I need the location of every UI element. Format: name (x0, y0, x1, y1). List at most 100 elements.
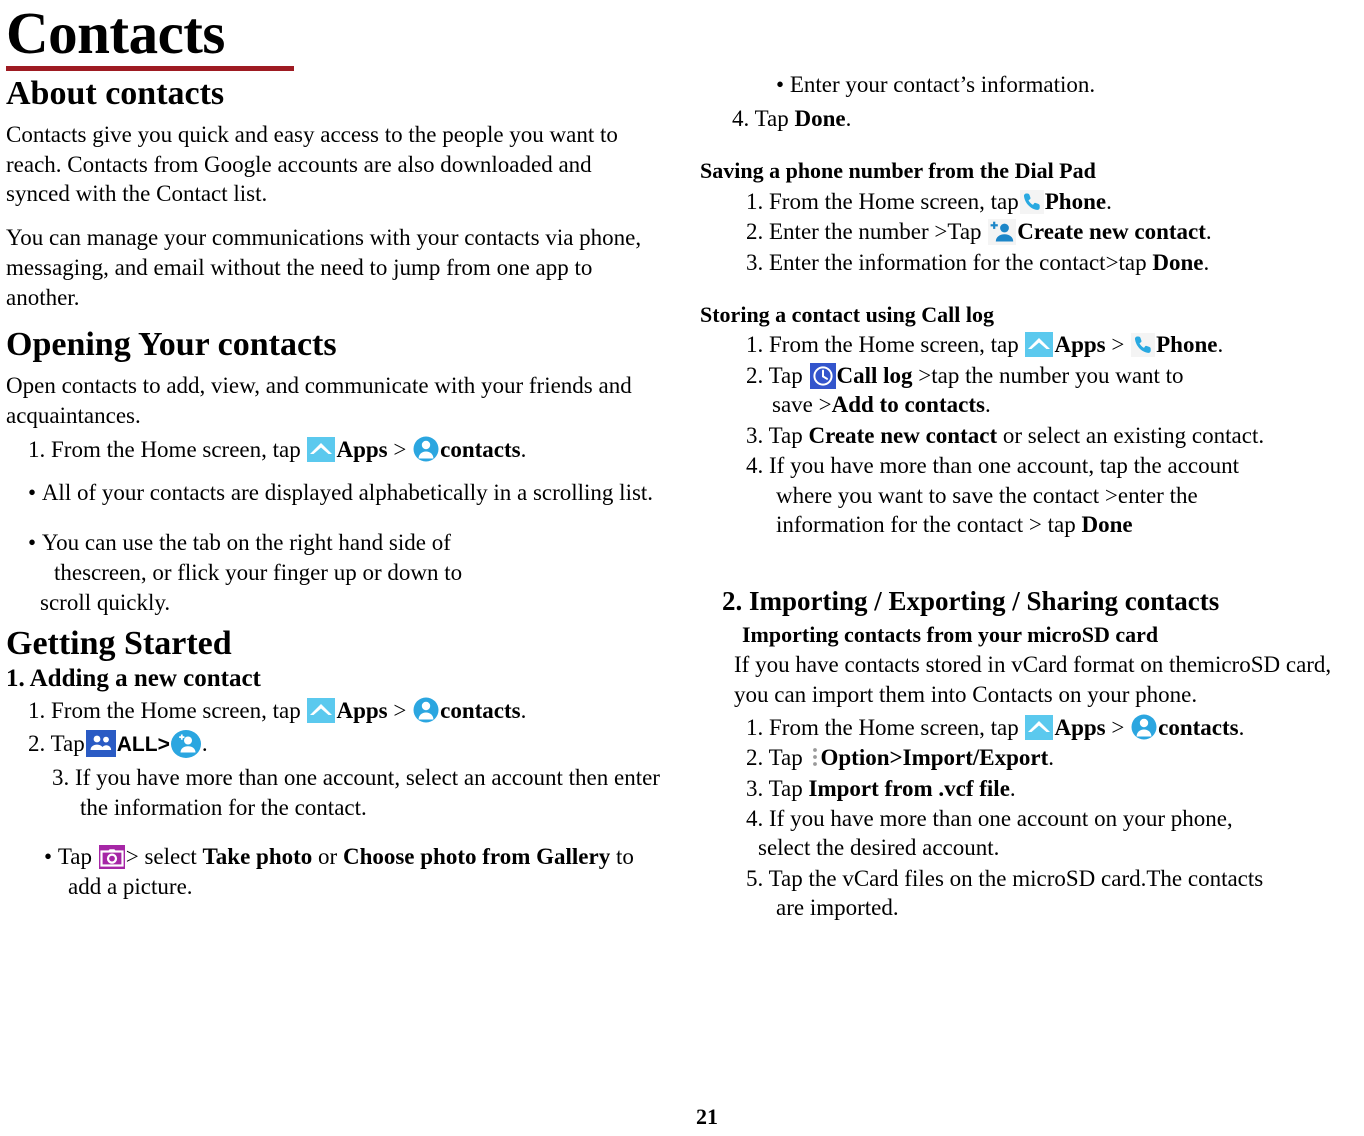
calllog-step-4: 4. If you have more than one account, ta… (746, 451, 1364, 539)
apps-icon (1025, 714, 1054, 740)
importing-step-1-pre: 1. From the Home screen, tap (746, 714, 1025, 740)
opening-step-1: 1. From the Home screen, tap Apps > cont… (28, 435, 661, 464)
importing-step-2-end: . (1048, 745, 1055, 771)
heading-about-contacts: About contacts (6, 75, 225, 112)
importing-step-4: 4. If you have more than one account on … (746, 804, 1364, 863)
adding-step-4-end: . (845, 105, 852, 131)
opening-step-1-apps-label: Apps (336, 436, 388, 462)
importing-step-1-apps-label: Apps (1054, 714, 1106, 740)
calllog-step-2-add-to-contacts: Add to contacts (831, 392, 985, 418)
adding-step-1-text-pre: 1. From the Home screen, tap (28, 697, 307, 723)
dialpad-step-1-end: . (1106, 188, 1112, 214)
adding-step-4-done: Done (794, 105, 846, 131)
calllog-step-2: 2. Tap Call log >tap the number you want… (746, 361, 1364, 420)
adding-step-1-contacts-label: contacts (440, 697, 521, 723)
adding-step-2: 2. Tap ALL>. (28, 729, 661, 759)
enter-contact-info-text: Enter your contact’s information. (789, 72, 1096, 97)
dialpad-step-2: 2. Enter the number >Tap Create new cont… (746, 217, 1364, 246)
adding-photo-mid: > select (125, 844, 203, 870)
calllog-step-2-calllog-label: Call log (836, 362, 913, 388)
importing-intro: If you have contacts stored in vCard for… (734, 651, 1332, 708)
add-contact-icon (170, 730, 201, 759)
importing-step-1: 1. From the Home screen, tap Apps > cont… (746, 713, 1364, 742)
calllog-step-1-phone-label: Phone (1156, 332, 1218, 358)
apps-icon (307, 697, 336, 723)
contacts-icon (1131, 714, 1157, 740)
importing-step-2: 2. Tap Option>Import/Export. (746, 743, 1364, 772)
calllog-step-3-create-label: Create new contact (808, 422, 998, 448)
opening-step-1-period: . (520, 436, 527, 462)
dialpad-step-1-phone-label: Phone (1044, 188, 1107, 214)
calllog-step-1: 1. From the Home screen, tap Apps > Phon… (746, 330, 1364, 359)
dialpad-step-3-done: Done (1152, 249, 1204, 275)
calllog-step-1-apps-label: Apps (1054, 332, 1106, 358)
dialpad-step-2-create-label: Create new contact (1017, 219, 1206, 245)
importing-step-3-import-label: Import from .vcf file (808, 775, 1010, 801)
dialpad-step-2-pre: 2. Enter the number >Tap (746, 219, 988, 245)
importing-step-1-sep: > (1105, 714, 1131, 740)
adding-photo-or: or (312, 844, 343, 870)
calllog-step-4-line-3: information for the contact > tap Done (772, 510, 1364, 539)
opening-intro: Open contacts to add, view, and communic… (6, 372, 632, 428)
calllog-step-2-end: . (984, 392, 991, 418)
dialpad-step-3-end: . (1203, 249, 1210, 275)
adding-step-3: 3. If you have more than one account, se… (52, 765, 660, 820)
dialpad-step-3-pre: 3. Enter the information for the contact… (746, 249, 1153, 275)
about-paragraph-2: You can manage your communications with … (6, 225, 642, 311)
dialpad-step-1-pre: 1. From the Home screen, tap (746, 188, 1019, 214)
opening-bullet-2-line-1: You can use the tab on the right hand si… (41, 529, 451, 555)
calllog-step-4-line-3-pre: information for the contact > tap (776, 512, 1082, 538)
dialpad-step-2-end: . (1205, 219, 1212, 245)
adding-step-2-all-label: ALL> (116, 733, 170, 757)
calllog-step-1-pre: 1. From the Home screen, tap (746, 332, 1025, 358)
enter-contact-info-bullet: • Enter your contact’s information. (776, 72, 1096, 97)
calllog-step-2-save-pre: save > (772, 392, 832, 418)
calllog-step-1-sep: > (1105, 332, 1131, 358)
left-column: About contacts Contacts give you quick a… (6, 70, 661, 908)
document-page: Contacts About contacts Contacts give yo… (0, 0, 1364, 1136)
calllog-step-3-end: or select an existing contact. (997, 422, 1265, 448)
calllog-step-1-end: . (1217, 332, 1224, 358)
two-column-body: About contacts Contacts give you quick a… (0, 70, 1364, 1070)
page-number: 21 (696, 1104, 718, 1129)
phone-icon (1131, 333, 1156, 358)
importing-step-5-line-1: 5. Tap the vCard files on the microSD ca… (746, 865, 1264, 891)
dialpad-step-1: 1. From the Home screen, tap Phone. (746, 187, 1364, 216)
importing-step-2-pre: 2. Tap (746, 745, 809, 771)
page-title-block: Contacts (0, 0, 1364, 71)
opening-step-1-sep: > (387, 436, 413, 462)
adding-photo-choose-gallery: Choose photo from Gallery (342, 844, 611, 870)
adding-photo-bullet: • Tap > select Take photo or Choose phot… (44, 844, 634, 900)
importing-step-1-contacts-label: contacts (1158, 714, 1239, 740)
apps-icon (1025, 332, 1054, 358)
contacts-icon (413, 697, 439, 723)
calllog-step-2-pre: 2. Tap (746, 362, 809, 388)
opening-bullet-1-text: All of your contacts are displayed alpha… (41, 479, 654, 505)
call-log-icon (809, 362, 836, 389)
heading-importing-exporting-sharing: 2. Importing / Exporting / Sharing conta… (722, 586, 1220, 617)
calllog-step-4-line-2: where you want to save the contact >ente… (776, 482, 1198, 508)
heading-importing-from-microsd: Importing contacts from your microSD car… (742, 621, 1159, 647)
heading-storing-contact-call-log: Storing a contact using Call log (700, 302, 994, 328)
dialpad-step-3: 3. Enter the information for the contact… (746, 248, 1364, 277)
calllog-step-2-line-2: save >Add to contacts. (772, 390, 1364, 419)
phone-icon (1019, 189, 1044, 214)
adding-step-1-apps-label: Apps (336, 697, 388, 723)
adding-step-2-text-pre: 2. Tap (28, 731, 85, 757)
adding-step-1-sep: > (387, 697, 413, 723)
adding-step-1: 1. From the Home screen, tap Apps > cont… (28, 696, 661, 725)
heading-adding-a-new-contact: 1. Adding a new contact (6, 665, 261, 693)
importing-step-4-line-1: 4. If you have more than one account on … (746, 805, 1233, 831)
heading-getting-started: Getting Started (6, 624, 232, 662)
opening-bullet-2-line-2: thescreen, or flick your finger up or do… (54, 559, 463, 585)
importing-step-5: 5. Tap the vCard files on the microSD ca… (746, 864, 1364, 923)
adding-step-1-period: . (520, 697, 527, 723)
about-paragraph-1: Contacts give you quick and easy access … (6, 121, 618, 207)
create-new-contact-icon (988, 219, 1017, 246)
calllog-step-3: 3. Tap Create new contact or select an e… (746, 421, 1364, 450)
calllog-step-4-done: Done (1081, 512, 1133, 538)
calllog-step-4-line-1: 4. If you have more than one account, ta… (746, 453, 1240, 479)
opening-bullet-1: • All of your contacts are displayed alp… (28, 479, 654, 505)
importing-step-2-option-label: Option>Import/Export (820, 745, 1049, 771)
overflow-menu-icon (810, 745, 820, 769)
